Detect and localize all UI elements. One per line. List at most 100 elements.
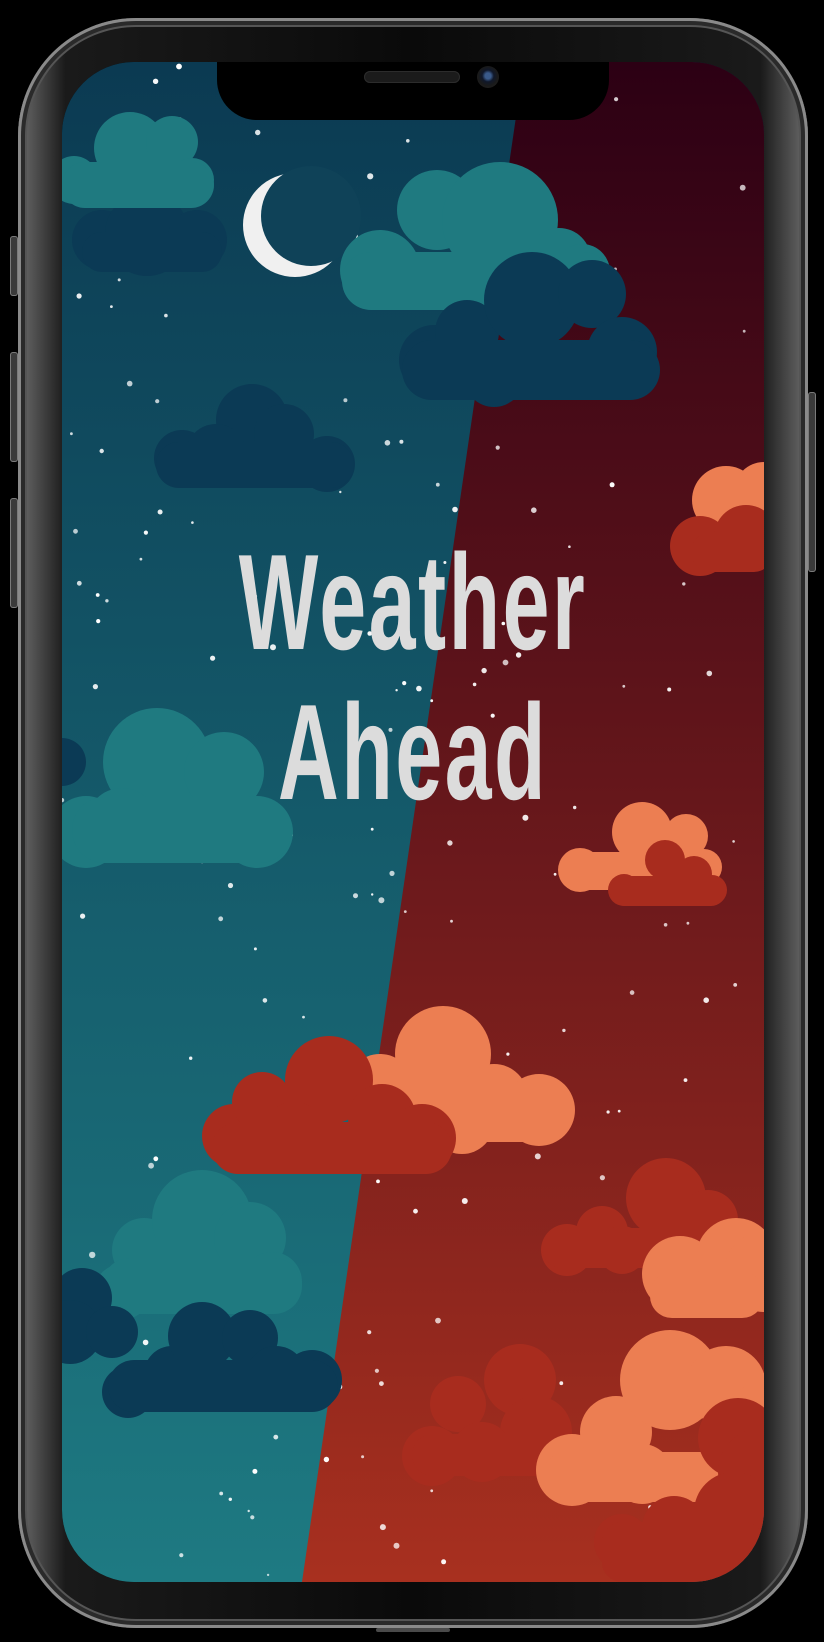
page-title: Weather Ahead	[195, 527, 630, 827]
star-icon	[157, 509, 163, 515]
star-icon	[450, 919, 453, 923]
star-icon	[191, 521, 194, 524]
star-icon	[745, 68, 749, 72]
notch	[217, 62, 609, 120]
star-icon	[379, 1524, 386, 1531]
star-icon	[227, 882, 234, 889]
star-icon	[430, 1489, 434, 1493]
star-icon	[228, 1497, 232, 1502]
star-icon	[353, 893, 358, 899]
star-icon	[742, 329, 746, 333]
title-line-2: Ahead	[277, 676, 549, 828]
star-icon	[148, 1162, 154, 1169]
star-icon	[379, 1381, 384, 1386]
star-icon	[461, 1198, 468, 1204]
star-icon	[343, 398, 348, 403]
star-icon	[73, 528, 78, 534]
star-icon	[126, 380, 133, 387]
star-icon	[614, 97, 619, 102]
star-icon	[667, 687, 672, 692]
star-icon	[105, 599, 109, 603]
star-icon	[599, 1175, 606, 1181]
star-icon	[376, 1179, 380, 1184]
star-icon	[406, 139, 410, 143]
device-stage: Weather Ahead	[0, 0, 824, 1642]
star-icon	[70, 432, 73, 436]
star-icon	[179, 1553, 184, 1558]
star-icon	[62, 1541, 67, 1547]
star-icon	[435, 482, 440, 487]
star-icon	[143, 530, 148, 535]
star-icon	[253, 947, 257, 951]
star-icon	[189, 1056, 193, 1060]
star-icon	[732, 840, 735, 843]
star-icon	[553, 872, 557, 876]
star-icon	[733, 983, 738, 987]
star-icon	[447, 840, 453, 846]
star-icon	[389, 870, 395, 877]
volume-down-button	[10, 498, 18, 608]
star-icon	[250, 1515, 255, 1520]
star-icon	[739, 184, 746, 191]
star-icon	[266, 1573, 270, 1577]
star-icon	[323, 1456, 330, 1463]
star-icon	[703, 997, 709, 1003]
star-icon	[152, 78, 159, 84]
star-icon	[534, 1153, 541, 1160]
star-icon	[617, 1109, 621, 1113]
star-icon	[110, 305, 113, 308]
star-icon	[92, 684, 98, 690]
star-icon	[531, 507, 537, 513]
star-icon	[606, 1110, 610, 1114]
app-screen[interactable]: Weather Ahead	[62, 62, 764, 1582]
star-icon	[435, 1317, 441, 1324]
star-icon	[371, 893, 374, 896]
star-icon	[76, 580, 82, 586]
star-icon	[403, 910, 407, 913]
star-icon	[117, 278, 121, 282]
star-icon	[339, 490, 342, 494]
star-icon	[273, 1434, 279, 1440]
star-icon	[452, 506, 458, 513]
star-icon	[89, 1251, 96, 1259]
star-icon	[682, 582, 686, 586]
star-icon	[384, 440, 391, 446]
star-icon	[495, 445, 500, 450]
star-icon	[725, 63, 729, 67]
star-icon	[609, 482, 615, 488]
star-icon	[139, 557, 143, 561]
star-icon	[629, 990, 635, 995]
volume-up-button	[10, 352, 18, 462]
star-icon	[367, 1330, 372, 1335]
speaker-grille	[364, 71, 460, 83]
star-icon	[153, 1156, 159, 1162]
star-icon	[155, 399, 160, 404]
star-icon	[96, 619, 101, 624]
star-icon	[262, 998, 268, 1003]
star-icon	[302, 1015, 305, 1019]
star-icon	[370, 827, 374, 831]
star-icon	[399, 439, 404, 444]
star-icon	[367, 173, 374, 180]
star-icon	[95, 593, 100, 597]
star-icon	[142, 1339, 149, 1346]
star-icon	[562, 1028, 566, 1033]
camera-icon	[477, 66, 499, 88]
star-icon	[706, 670, 713, 677]
silent-switch	[10, 236, 18, 296]
star-icon	[176, 63, 182, 70]
star-icon	[374, 1368, 379, 1373]
star-icon	[441, 1559, 447, 1565]
star-icon	[686, 921, 690, 925]
star-icon	[252, 1468, 258, 1474]
star-icon	[219, 1491, 224, 1496]
star-icon	[99, 448, 104, 454]
star-icon	[378, 897, 385, 904]
star-icon	[255, 129, 261, 136]
star-icon	[683, 1078, 688, 1082]
star-icon	[506, 1052, 510, 1056]
star-icon	[80, 913, 86, 919]
star-icon	[393, 1542, 400, 1549]
star-icon	[413, 1208, 418, 1214]
star-icon	[164, 313, 168, 318]
